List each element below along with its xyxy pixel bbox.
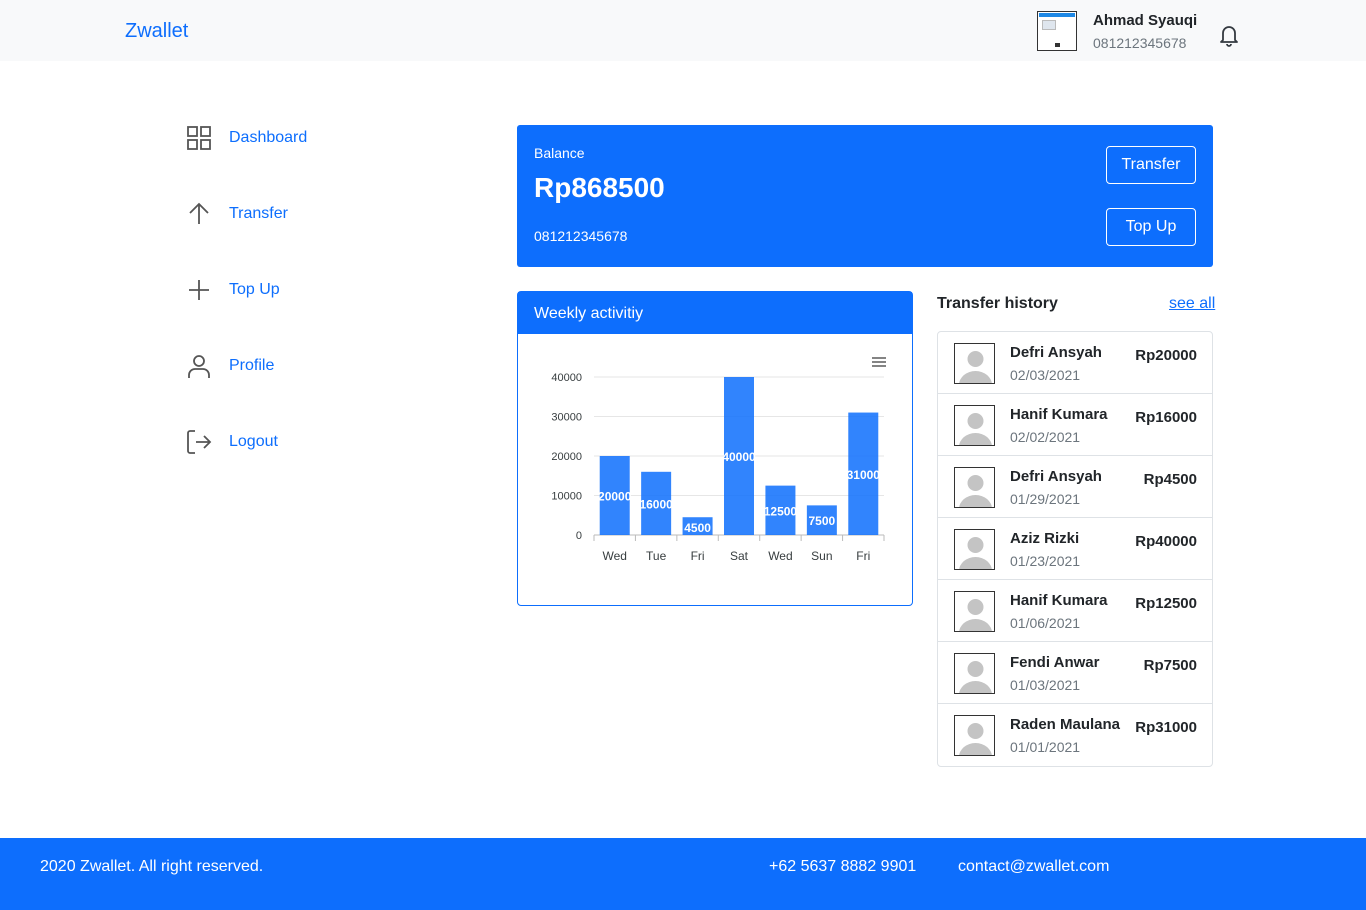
history-date: 01/23/2021 — [1010, 553, 1081, 569]
sidebar-item-label: Logout — [229, 433, 278, 450]
sidebar-item-transfer[interactable]: Transfer — [186, 200, 288, 228]
history-amount: Rp7500 — [1143, 657, 1197, 674]
history-row[interactable]: Fendi Anwar 01/03/2021 Rp7500 — [938, 642, 1212, 704]
x-tick-label: Sat — [730, 549, 749, 563]
bar-data-label: 16000 — [639, 497, 673, 511]
x-tick-label: Sun — [811, 549, 832, 563]
balance-amount: Rp868500 — [534, 172, 665, 203]
sidebar-item-label: Transfer — [229, 205, 288, 222]
bar-data-label: 31000 — [847, 468, 881, 482]
bar-data-label: 7500 — [809, 514, 836, 528]
avatar-icon — [954, 715, 995, 756]
history-amount: Rp16000 — [1135, 409, 1197, 426]
y-tick-label: 10000 — [551, 491, 582, 503]
history-date: 01/03/2021 — [1010, 677, 1081, 693]
x-tick-label: Wed — [602, 549, 626, 563]
sidebar-item-logout[interactable]: Logout — [186, 428, 278, 456]
history-row[interactable]: Raden Maulana 01/01/2021 Rp31000 — [938, 704, 1212, 766]
user-name: Ahmad Syauqi — [1093, 12, 1198, 29]
logout-icon — [187, 430, 212, 454]
plus-icon — [189, 280, 209, 300]
footer-email: contact@zwallet.com — [958, 858, 1110, 875]
weekly-activity-card: Weekly activitiy 20000 16000 4500 40000 1250… — [517, 291, 913, 606]
history-amount: Rp31000 — [1135, 719, 1197, 736]
footer-copyright: 2020 Zwallet. All right reserved. — [40, 858, 264, 875]
history-name: Defri Ansyah — [1010, 468, 1102, 485]
history-row[interactable]: Aziz Rizki 01/23/2021 Rp40000 — [938, 518, 1212, 580]
history-date: 01/06/2021 — [1010, 615, 1081, 631]
sidebar-item-label: Profile — [229, 357, 275, 374]
grid-icon — [187, 126, 211, 150]
arrow-up-icon — [189, 202, 209, 224]
history-amount: Rp12500 — [1135, 595, 1197, 612]
history-name: Hanif Kumara — [1010, 406, 1108, 423]
bar-data-label: 40000 — [722, 450, 756, 464]
transfer-button[interactable]: Transfer — [1106, 146, 1196, 184]
bar-data-label: 12500 — [764, 504, 798, 518]
y-tick-label: 20000 — [551, 451, 582, 463]
bar-data-label: 20000 — [598, 490, 632, 504]
x-tick-label: Fri — [856, 549, 870, 563]
transfer-history-list: Defri Ansyah 02/03/2021 Rp20000 Hanif Kumar… — [937, 331, 1213, 767]
history-amount: Rp20000 — [1135, 347, 1197, 364]
sidebar-item-topup[interactable]: Top Up — [186, 276, 280, 304]
history-amount: Rp4500 — [1143, 471, 1197, 488]
history-date: 01/29/2021 — [1010, 491, 1081, 507]
hamburger-menu-icon[interactable] — [872, 357, 886, 367]
x-tick-label: Fri — [691, 549, 705, 563]
sidebar-item-label: Dashboard — [229, 129, 308, 146]
sidebar-item-dashboard[interactable]: Dashboard — [186, 124, 307, 152]
avatar-icon — [954, 467, 995, 508]
x-tick-label: Tue — [646, 549, 667, 563]
avatar-icon — [954, 405, 995, 446]
footer-phone: +62 5637 8882 9901 — [769, 858, 917, 875]
chart-title: Weekly activitiy — [518, 292, 912, 334]
bar-data-label: 4500 — [684, 521, 711, 535]
balance-phone: 081212345678 — [534, 228, 628, 244]
avatar-icon — [954, 343, 995, 384]
history-row[interactable]: Defri Ansyah 01/29/2021 Rp4500 — [938, 456, 1212, 518]
history-name: Raden Maulana — [1010, 716, 1121, 733]
y-tick-label: 40000 — [551, 372, 582, 384]
history-name: Defri Ansyah — [1010, 344, 1102, 361]
user-icon — [188, 355, 210, 378]
bell-icon[interactable] — [1217, 22, 1241, 48]
history-row[interactable]: Hanif Kumara 02/02/2021 Rp16000 — [938, 394, 1212, 456]
top-navbar: Zwallet Ahmad Syauqi 081212345678 — [0, 0, 1366, 61]
sidebar-item-label: Top Up — [229, 281, 280, 298]
user-phone: 081212345678 — [1093, 35, 1187, 51]
history-date: 02/02/2021 — [1010, 429, 1081, 445]
balance-card: Balance Rp868500 081212345678 Transfer T… — [517, 125, 1213, 267]
history-name: Aziz Rizki — [1010, 530, 1080, 547]
history-name: Hanif Kumara — [1010, 592, 1108, 609]
history-row[interactable]: Hanif Kumara 01/06/2021 Rp12500 — [938, 580, 1212, 642]
weekly-activity-chart: 20000 16000 4500 40000 12500 7500 31000 0 10000… — [551, 357, 886, 563]
history-date: 02/03/2021 — [1010, 367, 1081, 383]
history-row[interactable]: Defri Ansyah 02/03/2021 Rp20000 — [938, 332, 1212, 394]
x-tick-label: Wed — [768, 549, 792, 563]
see-all-link[interactable]: see all — [1169, 295, 1215, 313]
footer: 2020 Zwallet. All right reserved. +62 56… — [0, 838, 1366, 910]
y-tick-label: 0 — [576, 530, 582, 542]
history-title: Transfer history — [937, 295, 1058, 312]
user-avatar[interactable] — [1037, 11, 1077, 51]
balance-label: Balance — [534, 145, 585, 161]
topup-button[interactable]: Top Up — [1106, 208, 1196, 246]
history-date: 01/01/2021 — [1010, 739, 1081, 755]
brand-logo[interactable]: Zwallet — [125, 20, 188, 43]
history-amount: Rp40000 — [1135, 533, 1197, 550]
avatar-icon — [954, 591, 995, 632]
sidebar-item-profile[interactable]: Profile — [186, 352, 274, 380]
avatar-icon — [954, 529, 995, 570]
y-tick-label: 30000 — [551, 412, 582, 424]
history-name: Fendi Anwar — [1010, 654, 1100, 671]
avatar-icon — [954, 653, 995, 694]
